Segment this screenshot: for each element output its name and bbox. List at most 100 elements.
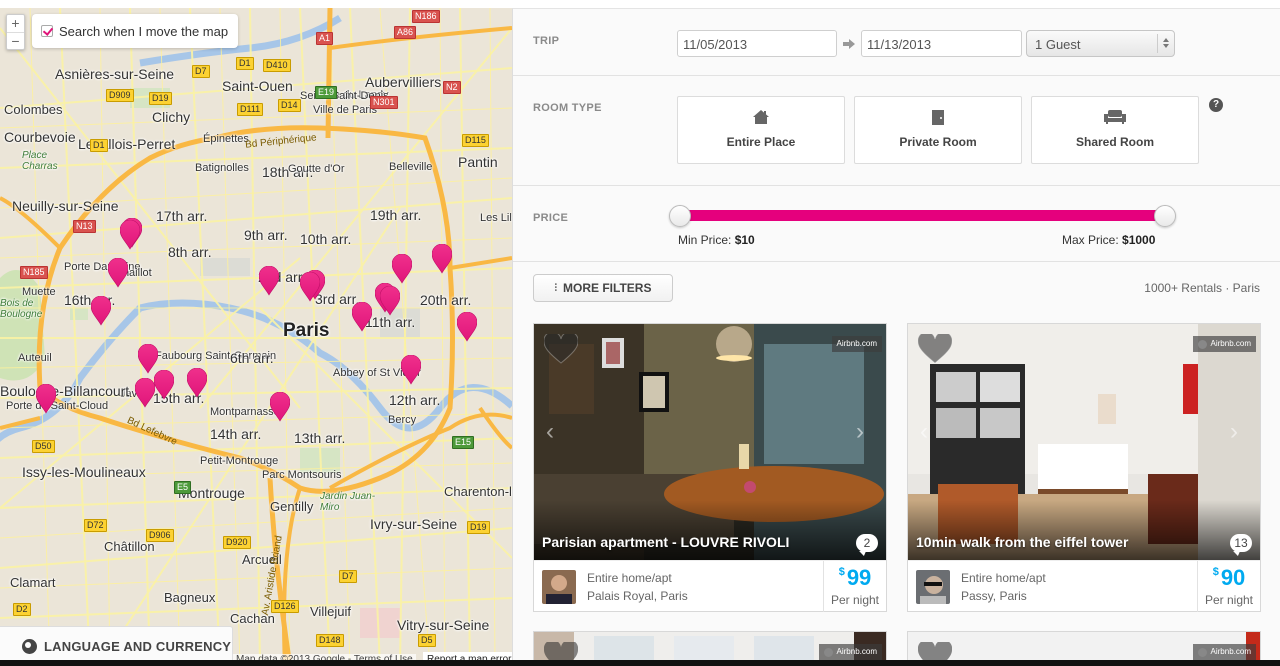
listing-photo[interactable]: Airbnb.com ‹ › 10min walk from the eiffe… bbox=[908, 324, 1260, 560]
price-slider-min-handle[interactable] bbox=[669, 205, 691, 227]
result-count: 1000+ Rentals · Paris bbox=[1144, 281, 1260, 295]
airbnb-verified-watermark: Airbnb.com bbox=[1192, 336, 1256, 352]
checkout-input[interactable]: 11/13/2013 bbox=[861, 30, 1022, 57]
room-type-shared-room[interactable]: Shared Room bbox=[1031, 96, 1199, 164]
map-place-label: 10th arr. bbox=[300, 231, 352, 247]
listing-map-pin[interactable] bbox=[392, 254, 412, 284]
map-place-label: Asnières-sur-Seine bbox=[55, 66, 175, 82]
wishlist-heart-icon[interactable] bbox=[918, 334, 952, 364]
checkin-input[interactable]: 11/05/2013 bbox=[677, 30, 837, 57]
map-place-label: Jardin Juan-Miro bbox=[320, 491, 376, 513]
trip-row: TRIP 11/05/2013 11/13/2013 1 Guest bbox=[513, 9, 1280, 76]
map-place-label: 14th arr. bbox=[210, 426, 262, 442]
listing-map-pin[interactable] bbox=[380, 286, 400, 316]
photo-prev-icon[interactable]: ‹ bbox=[546, 420, 562, 444]
map-place-label: Épinettes bbox=[203, 133, 249, 145]
road-shield: E19 bbox=[315, 86, 338, 99]
listing-map-pin[interactable] bbox=[187, 368, 207, 398]
map-place-label: 12th arr. bbox=[389, 392, 441, 408]
zoom-in-button[interactable]: + bbox=[7, 15, 24, 32]
listing-title[interactable]: 10min walk from the eiffel tower bbox=[916, 534, 1128, 550]
road-shield: D111 bbox=[237, 103, 264, 116]
airbnb-watermark: Airbnb.com bbox=[831, 336, 882, 352]
max-price-readout: Max Price: $1000 bbox=[1062, 233, 1155, 247]
road-shield: A1 bbox=[316, 32, 334, 45]
more-filters-button[interactable]: ⫶ MORE FILTERS bbox=[533, 274, 673, 302]
photo-gradient bbox=[534, 500, 886, 560]
photo-prev-icon[interactable]: ‹ bbox=[920, 420, 936, 444]
per-night-label: Per night bbox=[1204, 593, 1254, 607]
listing-room-type: Entire home/apt bbox=[961, 571, 1046, 585]
listing-card[interactable]: Airbnb.com ‹ › 10min walk from the eiffe… bbox=[907, 323, 1261, 612]
globe-icon bbox=[22, 639, 37, 654]
host-avatar[interactable] bbox=[542, 570, 576, 604]
wishlist-heart-icon[interactable] bbox=[544, 334, 578, 364]
listing-map-pin[interactable] bbox=[270, 392, 290, 422]
map-place-label: Courbevoie bbox=[4, 129, 76, 145]
verified-check-icon bbox=[1197, 339, 1207, 349]
listing-map-pin[interactable] bbox=[154, 370, 174, 400]
room-type-entire-place[interactable]: Entire Place bbox=[677, 96, 845, 164]
help-icon[interactable]: ? bbox=[1209, 98, 1223, 112]
listing-price: $90 Per night bbox=[1197, 561, 1260, 612]
search-panel: TRIP 11/05/2013 11/13/2013 1 Guest ROOM … bbox=[512, 8, 1280, 666]
photo-gradient bbox=[908, 500, 1260, 560]
listing-info: Entire home/apt Palais Royal, Paris $99 … bbox=[534, 560, 886, 612]
zoom-out-button[interactable]: − bbox=[7, 32, 24, 49]
price-slider-max-handle[interactable] bbox=[1154, 205, 1176, 227]
select-updown-icon bbox=[1157, 34, 1174, 53]
search-when-move-checkbox[interactable] bbox=[41, 25, 53, 37]
listing-title[interactable]: Parisian apartment - LOUVRE RIVOLI bbox=[542, 534, 789, 550]
review-count-bubble: 13 bbox=[1230, 534, 1252, 552]
guests-select[interactable]: 1 Guest bbox=[1026, 30, 1175, 57]
listing-map-pin[interactable] bbox=[300, 272, 320, 302]
road-shield: N301 bbox=[370, 96, 398, 109]
map-place-label: Parc Montsouris bbox=[262, 469, 342, 481]
road-shield: D7 bbox=[192, 65, 210, 78]
verified-check-icon bbox=[1197, 647, 1207, 657]
search-when-move-toggle[interactable]: Search when I move the map bbox=[32, 14, 238, 48]
room-type-private-room[interactable]: Private Room bbox=[854, 96, 1022, 164]
map-place-label: Petit-Montrouge bbox=[200, 455, 279, 467]
map-place-label: Neuilly-sur-Seine bbox=[12, 198, 119, 214]
road-shield: D148 bbox=[316, 634, 344, 647]
map-place-label: Paris bbox=[283, 320, 330, 341]
listing-photo[interactable]: Airbnb.com ‹ › Parisian apartment - LOUV… bbox=[534, 324, 886, 560]
map-place-label: Colombes bbox=[4, 102, 63, 117]
map-place-label: Belleville bbox=[389, 161, 433, 173]
page-bottom-edge bbox=[512, 660, 1280, 666]
price-slider-track[interactable] bbox=[680, 210, 1165, 221]
airbnb-verified-watermark: Airbnb.com bbox=[1192, 644, 1256, 660]
listing-card[interactable]: Airbnb.com ‹ › Parisian apartment - LOUV… bbox=[533, 323, 887, 612]
photo-next-icon[interactable]: › bbox=[1230, 420, 1246, 444]
map-place-label: Boulogne-Billancourt bbox=[0, 383, 130, 399]
map-place-label: Charenton-le-Pont bbox=[444, 484, 512, 499]
listing-map-pin[interactable] bbox=[120, 220, 140, 250]
listing-map-pin[interactable] bbox=[259, 266, 279, 296]
listing-map-pin[interactable] bbox=[135, 378, 155, 408]
map-place-label: Auteuil bbox=[18, 352, 52, 364]
road-shield: D2 bbox=[13, 603, 31, 616]
listing-map-pin[interactable] bbox=[352, 302, 372, 332]
door-icon bbox=[932, 110, 944, 125]
map-place-label: Batignolles bbox=[195, 162, 249, 174]
listing-map-pin[interactable] bbox=[401, 355, 421, 385]
map[interactable]: Asnières-sur-Seine Saint-Ouen Aubervillier… bbox=[0, 8, 512, 666]
road-shield: D7 bbox=[339, 570, 357, 583]
listing-map-pin[interactable] bbox=[457, 312, 477, 342]
map-place-label: Place Charras bbox=[22, 150, 58, 172]
map-place-label: 6th arr. bbox=[230, 350, 274, 366]
min-price-value: $10 bbox=[734, 233, 755, 247]
house-icon bbox=[753, 110, 769, 124]
road-shield: A86 bbox=[394, 26, 417, 39]
listing-map-pin[interactable] bbox=[432, 244, 452, 274]
map-place-label: Gentilly bbox=[270, 499, 314, 514]
road-shield: D50 bbox=[32, 440, 55, 453]
map-place-label: Saint-Ouen bbox=[222, 78, 293, 94]
listing-map-pin[interactable] bbox=[91, 296, 111, 326]
currency-symbol: $ bbox=[1212, 566, 1219, 578]
host-avatar[interactable] bbox=[916, 570, 950, 604]
listing-map-pin[interactable] bbox=[108, 258, 128, 288]
photo-next-icon[interactable]: › bbox=[856, 420, 872, 444]
listing-map-pin[interactable] bbox=[36, 384, 56, 414]
